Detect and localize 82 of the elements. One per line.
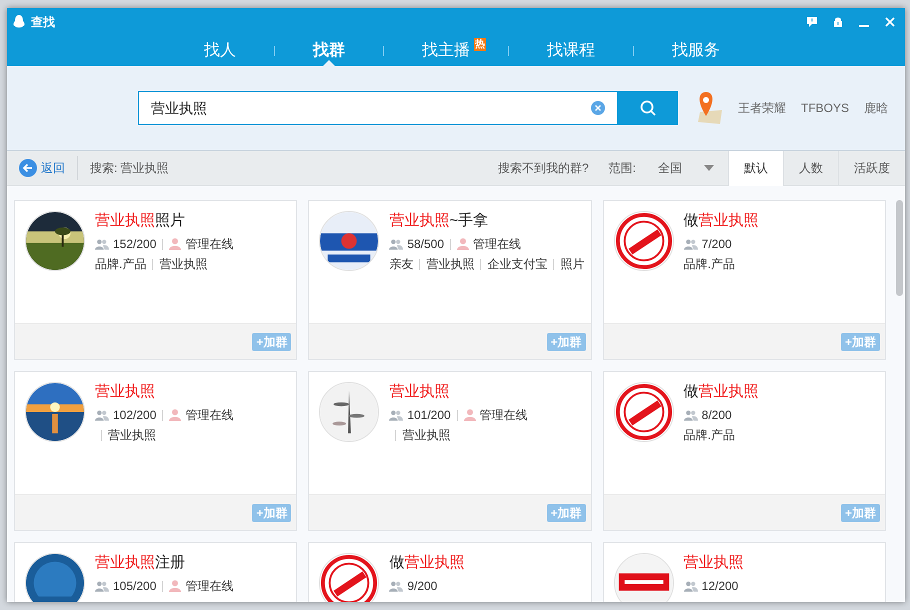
member-count: 105/200 xyxy=(113,578,156,595)
group-card[interactable]: 做营业执照 8/200 品牌.产品 +加群 xyxy=(602,371,886,531)
close-icon[interactable] xyxy=(885,17,895,27)
group-title: 营业执照 xyxy=(389,382,450,402)
admin-status: 管理在线 xyxy=(185,578,234,595)
group-card[interactable]: 营业执照 101/200 管理在线 营业执照 +加群 xyxy=(308,371,592,531)
group-title: 营业执照注册 xyxy=(95,553,186,573)
scope-label: 范围: xyxy=(608,160,636,177)
sort-tab[interactable]: 默认 xyxy=(728,150,783,186)
scope-dropdown[interactable]: 全国 xyxy=(658,159,714,177)
members-icon xyxy=(389,580,404,592)
group-title: 营业执照 xyxy=(95,382,156,402)
search-button[interactable] xyxy=(618,91,678,125)
group-tag: 营业执照 xyxy=(159,255,208,273)
hot-search-link[interactable]: 鹿晗 xyxy=(864,99,888,117)
members-icon xyxy=(95,238,109,250)
member-count: 58/500 xyxy=(407,236,444,253)
nav-tab[interactable]: 找课程 xyxy=(547,36,595,66)
group-tag: 企业支付宝 xyxy=(487,255,548,273)
group-tag: 营业执照 xyxy=(426,255,474,273)
group-card[interactable]: 营业执照注册 105/200 管理在线 xyxy=(14,542,298,602)
lock-icon[interactable] xyxy=(833,17,843,27)
group-tag: 品牌.产品 xyxy=(684,426,735,444)
penguin-icon xyxy=(13,15,25,29)
group-not-found-link[interactable]: 搜索不到我的群? xyxy=(498,159,589,177)
members-icon xyxy=(95,410,109,420)
group-tag: 照片 xyxy=(560,255,584,273)
members-icon xyxy=(389,410,404,420)
members-icon xyxy=(389,238,404,250)
member-count: 9/200 xyxy=(407,578,438,595)
clear-icon[interactable] xyxy=(591,101,605,115)
members-icon xyxy=(684,580,698,592)
scrollbar-thumb[interactable] xyxy=(896,200,902,296)
person-icon xyxy=(457,238,470,250)
member-count: 152/200 xyxy=(113,236,156,253)
group-card[interactable]: 做营业执照 7/200 品牌.产品 +加群 xyxy=(602,200,886,360)
member-count: 102/200 xyxy=(113,407,156,424)
nav-tab[interactable]: 找人 xyxy=(204,36,236,66)
person-icon xyxy=(464,409,476,421)
admin-status: 管理在线 xyxy=(473,236,522,253)
group-card[interactable]: 做营业执照 9/200 xyxy=(308,542,592,602)
sort-tab[interactable]: 人数 xyxy=(783,150,838,186)
admin-status: 管理在线 xyxy=(185,407,234,424)
member-count: 7/200 xyxy=(702,236,732,253)
group-tag: 品牌.产品 xyxy=(684,255,735,273)
members-icon xyxy=(95,580,109,592)
member-count: 12/200 xyxy=(702,578,738,595)
group-title: 营业执照照片 xyxy=(95,211,186,231)
members-icon xyxy=(684,410,698,420)
admin-status: 管理在线 xyxy=(185,236,234,253)
group-title: 营业执照 xyxy=(684,553,744,573)
hot-badge: 热 xyxy=(474,38,486,51)
window-title: 查找 xyxy=(31,14,55,31)
group-tag: 亲友 xyxy=(389,255,414,273)
member-count: 101/200 xyxy=(407,407,451,424)
person-icon xyxy=(169,409,182,421)
group-title: 做营业执照 xyxy=(684,211,759,231)
group-card[interactable]: 营业执照 12/200 xyxy=(602,542,886,602)
group-tag: 营业执照 xyxy=(108,426,156,444)
search-field[interactable]: 营业执照 xyxy=(138,91,618,125)
feedback-icon[interactable] xyxy=(807,17,817,27)
group-title: 做营业执照 xyxy=(684,382,759,402)
group-tag: 营业执照 xyxy=(402,426,450,444)
group-card[interactable]: 营业执照 102/200 管理在线 营业执照 +加群 xyxy=(14,371,298,531)
sort-tab[interactable]: 活跃度 xyxy=(838,150,905,186)
person-icon xyxy=(169,238,182,250)
person-icon xyxy=(169,580,182,592)
group-card[interactable]: 营业执照照片 152/200 管理在线 品牌.产品 营业执照 +加群 xyxy=(14,200,298,360)
admin-status: 管理在线 xyxy=(480,407,528,424)
group-tag: 品牌.产品 xyxy=(95,255,146,273)
group-card[interactable]: 营业执照~手拿 58/500 管理在线 亲友 营业执照 企业支付宝 照片 +加群 xyxy=(308,200,592,360)
back-button[interactable]: 返回 xyxy=(19,159,65,177)
nav-tab[interactable]: 找服务 xyxy=(672,36,720,66)
hot-search-link[interactable]: TFBOYS xyxy=(801,99,850,117)
search-icon xyxy=(640,100,656,116)
group-title: 营业执照~手拿 xyxy=(389,211,490,231)
caret-icon xyxy=(704,165,714,171)
hot-search-link[interactable]: 王者荣耀 xyxy=(738,99,786,117)
members-icon xyxy=(684,238,698,250)
member-count: 8/200 xyxy=(702,407,732,424)
search-query-label: 搜索: 营业执照 xyxy=(90,160,169,177)
group-title: 做营业执照 xyxy=(389,553,464,573)
